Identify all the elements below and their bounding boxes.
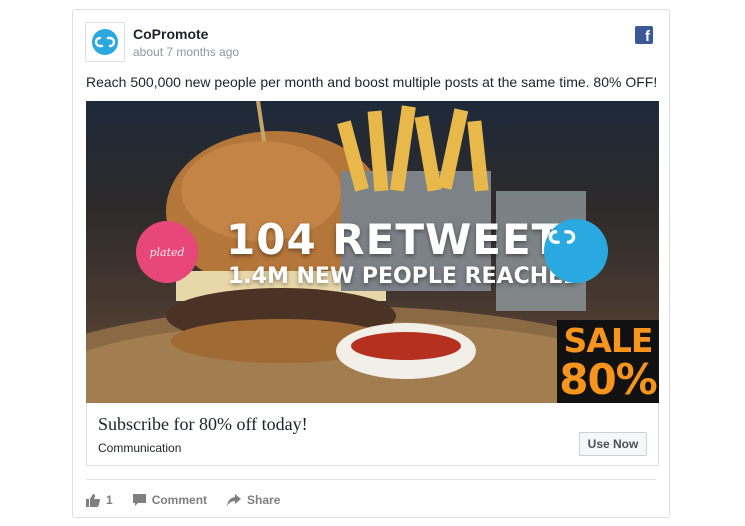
share-button[interactable]: Share: [227, 493, 280, 507]
comment-icon: [132, 494, 146, 506]
sale-badge: SALE 80%: [557, 320, 659, 403]
post-text: Reach 500,000 new people per month and b…: [86, 74, 658, 90]
copromote-logo-icon: [92, 29, 118, 55]
ad-subheadline: 1.4M NEW PEOPLE REACHED: [228, 264, 582, 289]
share-label: Share: [247, 493, 281, 507]
copromote-logo-badge: [544, 219, 608, 283]
link-preview[interactable]: Subscribe for 80% off today! Communicati…: [86, 403, 659, 466]
sale-percent: 80%: [559, 355, 658, 403]
facebook-letter: f: [645, 28, 650, 45]
divider: [86, 479, 656, 480]
share-icon: [227, 494, 242, 506]
like-count: 1: [106, 493, 113, 507]
plated-label: plated: [149, 245, 185, 259]
avatar[interactable]: [85, 22, 125, 62]
plated-badge: plated: [136, 221, 198, 283]
like-button[interactable]: 1: [86, 493, 113, 507]
facebook-icon: f: [635, 26, 653, 44]
link-title[interactable]: Subscribe for 80% off today!: [98, 414, 308, 435]
copromote-logo-icon: [548, 230, 576, 244]
thumbs-up-icon: [86, 493, 100, 507]
ad-image[interactable]: plated 104 RETWEETS 1.4M NEW PEOPLE REAC…: [86, 101, 659, 403]
post-card: CoPromote about 7 months ago f Reach 500…: [72, 9, 670, 518]
post-header: CoPromote about 7 months ago f: [85, 22, 657, 64]
ad-headline: 104 RETWEETS: [226, 215, 593, 264]
post-timestamp[interactable]: about 7 months ago: [133, 45, 239, 59]
sale-word: SALE: [563, 321, 654, 360]
post-actions: 1 Comment Share: [86, 490, 300, 510]
comment-button[interactable]: Comment: [132, 493, 208, 507]
page-name-link[interactable]: CoPromote: [133, 26, 208, 42]
use-now-button[interactable]: Use Now: [579, 432, 647, 456]
link-subtitle: Communication: [98, 441, 182, 455]
comment-label: Comment: [151, 493, 208, 507]
